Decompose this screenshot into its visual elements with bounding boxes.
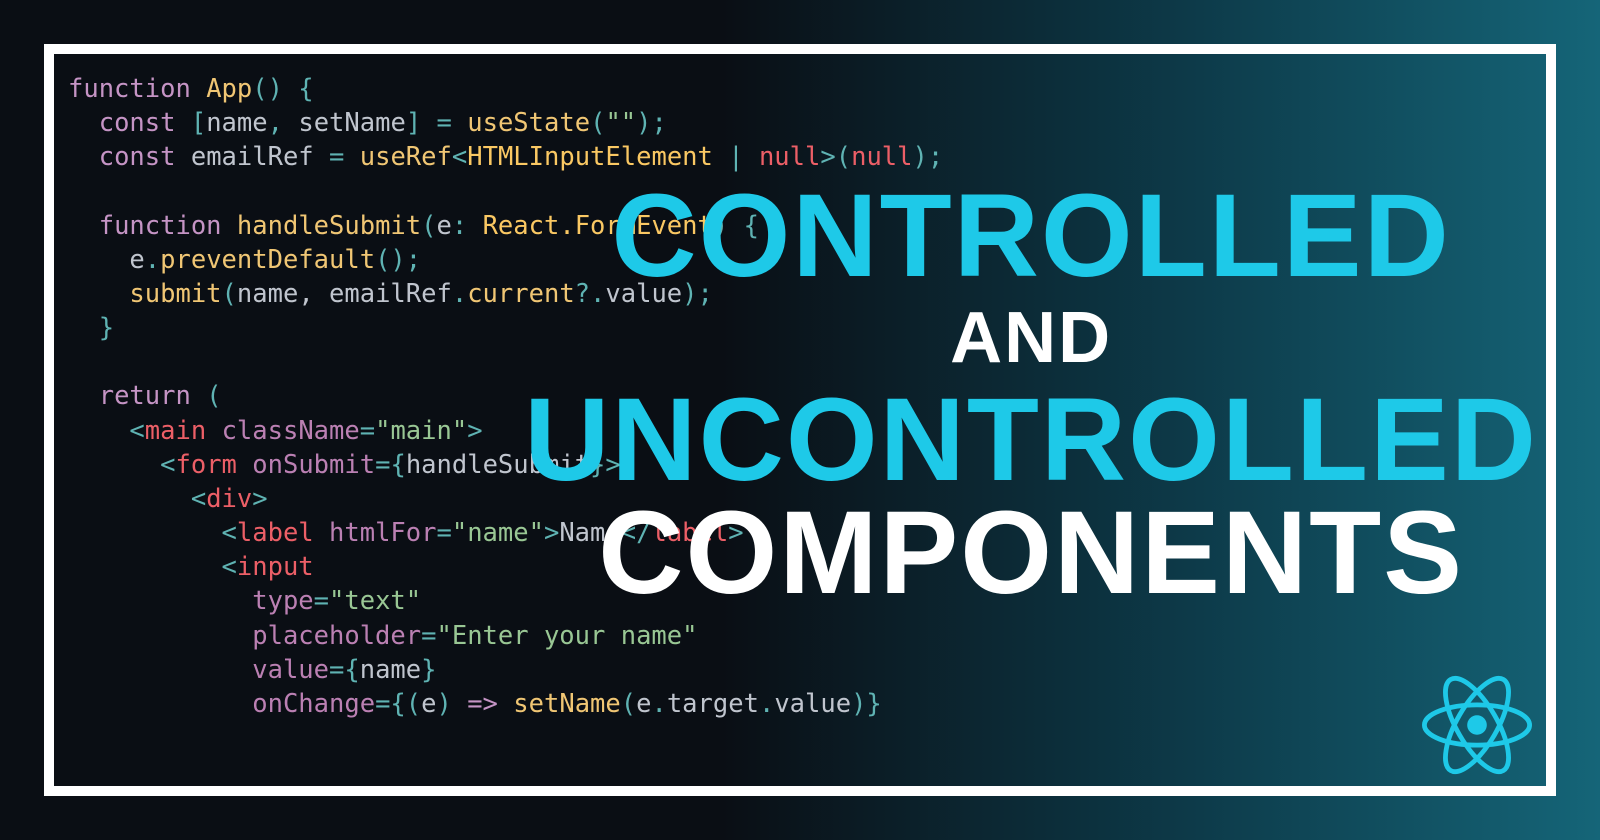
operator: = (329, 142, 344, 172)
null-keyword: null (759, 142, 820, 172)
function-name: App (206, 74, 252, 104)
jsx-attr: value (252, 655, 329, 685)
punctuation: ={ (329, 655, 360, 685)
headline-uncontrolled: UNCONTROLLED (524, 384, 1538, 496)
punctuation: ( (421, 211, 436, 241)
property: value (774, 689, 851, 719)
punctuation: [ (191, 108, 206, 138)
arguments: name, emailRef (237, 279, 452, 309)
punctuation: ) (436, 689, 467, 719)
function-call: setName (513, 689, 620, 719)
punctuation: = (436, 518, 451, 548)
punctuation: = (421, 621, 436, 651)
jsx-tag: label (237, 518, 314, 548)
punctuation: (); (375, 245, 421, 275)
punctuation: < (222, 552, 237, 582)
jsx-tag: div (206, 484, 252, 514)
parameter: e (437, 211, 452, 241)
keyword: function (68, 74, 191, 104)
parameter: e (421, 689, 436, 719)
punctuation: ={ (375, 450, 406, 480)
identifier: name (360, 655, 421, 685)
headline-components: COMPONENTS (524, 497, 1538, 609)
punctuation: < (222, 518, 237, 548)
string: "Enter your name" (436, 621, 697, 651)
jsx-attr: type (252, 586, 313, 616)
punctuation: ); (636, 108, 667, 138)
punctuation: () { (252, 74, 313, 104)
keyword: const (99, 142, 176, 172)
keyword: return (99, 381, 191, 411)
punctuation: < (160, 450, 175, 480)
punctuation: = (314, 586, 329, 616)
identifier: e (129, 245, 144, 275)
punctuation: < (191, 484, 206, 514)
punctuation: . (452, 279, 467, 309)
jsx-attr: className (222, 416, 360, 446)
headline-and: AND (524, 304, 1538, 372)
operator: | (728, 142, 743, 172)
punctuation: ( (621, 689, 636, 719)
punctuation: )} (851, 689, 882, 719)
type: HTMLInputElement (467, 142, 713, 172)
jsx-tag: input (237, 552, 314, 582)
punctuation: : (452, 211, 483, 241)
function-call: useRef (360, 142, 452, 172)
headline-controlled: CONTROLLED (524, 180, 1538, 292)
string: "text" (329, 586, 421, 616)
string: "" (605, 108, 636, 138)
function-call: useState (467, 108, 590, 138)
keyword: function (99, 211, 222, 241)
jsx-attr: htmlFor (329, 518, 436, 548)
punctuation: ( (206, 381, 221, 411)
jsx-attr: onChange (252, 689, 375, 719)
string: "main" (375, 416, 467, 446)
headline: CONTROLLED AND UNCONTROLLED COMPONENTS (524, 180, 1538, 609)
operator: = (437, 108, 452, 138)
jsx-tag: form (175, 450, 236, 480)
punctuation: ); (913, 142, 944, 172)
punctuation: > (467, 416, 482, 446)
punctuation: > (252, 484, 267, 514)
function-name: handleSubmit (237, 211, 421, 241)
identifier: name (206, 108, 267, 138)
punctuation: < (452, 142, 467, 172)
identifier: setName (298, 108, 405, 138)
property: target (667, 689, 759, 719)
jsx-attr: placeholder (252, 621, 421, 651)
identifier: emailRef (191, 142, 314, 172)
arrow: => (467, 689, 498, 719)
punctuation: < (129, 416, 144, 446)
null-keyword: null (851, 142, 912, 172)
method: preventDefault (160, 245, 375, 275)
keyword: const (99, 108, 176, 138)
punctuation: } (421, 655, 436, 685)
punctuation: } (99, 313, 114, 343)
punctuation: ={( (375, 689, 421, 719)
punctuation: ( (222, 279, 237, 309)
function-call: submit (129, 279, 221, 309)
identifier: e (636, 689, 651, 719)
punctuation: . (651, 689, 666, 719)
react-logo-icon (1422, 670, 1532, 780)
punctuation: ( (590, 108, 605, 138)
jsx-attr: onSubmit (252, 450, 375, 480)
jsx-tag: main (145, 416, 206, 446)
punctuation: . (759, 689, 774, 719)
punctuation: , (268, 108, 299, 138)
punctuation: ] (406, 108, 421, 138)
punctuation: . (145, 245, 160, 275)
punctuation: >( (820, 142, 851, 172)
punctuation: = (360, 416, 375, 446)
